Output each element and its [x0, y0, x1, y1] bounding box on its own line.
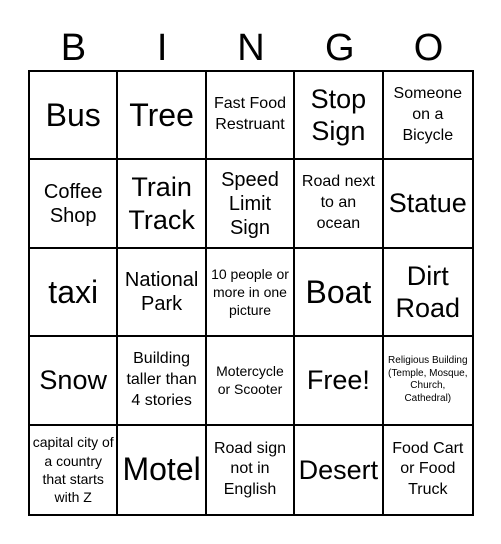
bingo-cell[interactable]: Motel [118, 425, 207, 514]
bingo-cell[interactable]: Statue [383, 160, 472, 249]
header-letter-i: I [156, 27, 168, 69]
bingo-cell[interactable]: Dirt Road [383, 249, 472, 338]
bingo-cell[interactable]: Road sign not in English [207, 425, 296, 514]
bingo-cell[interactable]: Fast Food Restruant [206, 72, 296, 161]
bingo-cell[interactable]: Tree [118, 72, 207, 161]
bingo-cell[interactable]: Stop Sign [295, 72, 384, 161]
bingo-cell[interactable]: Religious Building (Temple, Mosque, Chur… [383, 337, 472, 426]
bingo-cell[interactable]: Road next to an ocean [295, 160, 384, 249]
bingo-cell[interactable]: Speed Limit Sign [206, 160, 296, 249]
free-space-cell[interactable]: Free! [295, 337, 384, 426]
bingo-cell[interactable]: taxi [30, 248, 119, 338]
bingo-cell[interactable]: Snow [30, 337, 119, 426]
bingo-card-grid: Bus Tree Fast Food Restruant Stop Sign S… [28, 70, 474, 516]
bingo-cell[interactable]: Food Cart or Food Truck [384, 426, 472, 514]
bingo-cell[interactable]: capital city of a country that starts wi… [30, 425, 119, 514]
bingo-cell[interactable]: Someone on a Bicycle [383, 72, 472, 161]
header-letter-b: B [60, 27, 87, 69]
header-letter-n: N [237, 27, 265, 69]
bingo-cell[interactable]: Train Track [118, 160, 207, 249]
header-letter-g: G [325, 27, 355, 69]
bingo-cell[interactable]: Motercycle or Scooter [206, 337, 296, 426]
bingo-cell[interactable]: Bus [30, 72, 119, 161]
bingo-cell[interactable]: Building taller than 4 stories [118, 337, 207, 426]
bingo-header: B I N G O [29, 28, 473, 68]
bingo-cell[interactable]: Desert [295, 425, 384, 514]
bingo-cell[interactable]: Boat [295, 248, 384, 338]
bingo-cell[interactable]: 10 people or more in one picture [206, 248, 296, 338]
header-letter-o: O [413, 27, 444, 69]
bingo-cell[interactable]: Coffee Shop [30, 160, 119, 249]
bingo-cell[interactable]: National Park [118, 248, 207, 338]
